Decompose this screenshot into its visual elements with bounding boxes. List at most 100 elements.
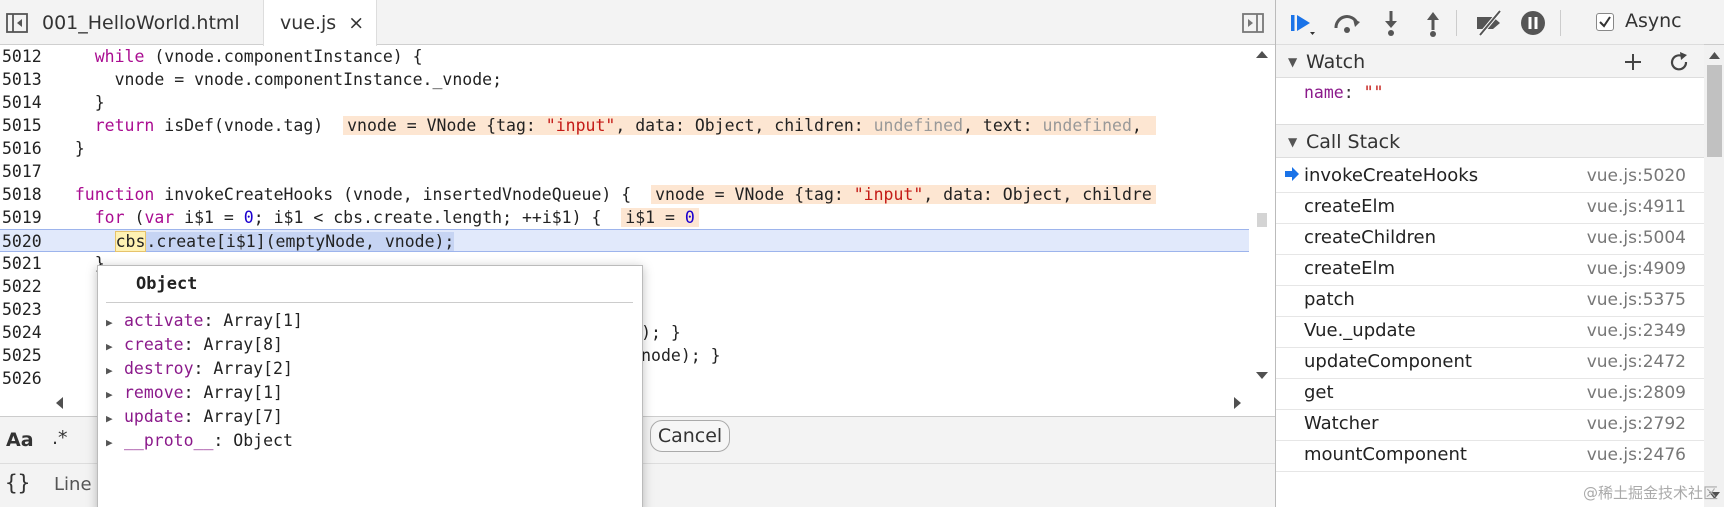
current-execution-line[interactable]: 5020 cbs.create[i$1](emptyNode, vnode); <box>0 229 1249 252</box>
step-into-icon[interactable] <box>1376 8 1406 38</box>
property-value: Array[1] <box>223 311 303 330</box>
frame-location[interactable]: vue.js:2809 <box>1587 383 1686 403</box>
object-property[interactable]: ▶ update: Array[7] <box>106 404 283 430</box>
toolbar-divider <box>1560 10 1561 36</box>
object-property[interactable]: ▶ remove: Array[1] <box>106 380 283 406</box>
callstack-frame[interactable]: invokeCreateHooks vue.js:5020 <box>1276 159 1704 193</box>
line-number[interactable]: 5015 <box>2 114 48 137</box>
frame-location[interactable]: vue.js:5375 <box>1587 290 1686 310</box>
watch-section-header[interactable]: ▼ Watch <box>1276 44 1704 78</box>
callstack-frame[interactable]: createElm vue.js:4909 <box>1276 252 1704 286</box>
tab-label: 001_HelloWorld.html <box>42 12 240 34</box>
property-key: destroy <box>124 359 194 378</box>
property-value: Array[1] <box>203 383 283 402</box>
code-line[interactable]: 5016 } <box>0 137 1249 160</box>
property-value: Array[2] <box>213 359 293 378</box>
callstack-frame[interactable]: mountComponent vue.js:2476 <box>1276 438 1704 472</box>
debugger-toolbar: Async <box>1276 0 1724 45</box>
callstack-frame[interactable]: get vue.js:2809 <box>1276 376 1704 410</box>
scroll-thumb[interactable] <box>1257 213 1267 227</box>
scroll-down-icon[interactable] <box>1255 371 1269 381</box>
watch-value: "" <box>1363 83 1384 102</box>
frame-location[interactable]: vue.js:2472 <box>1587 352 1686 372</box>
callstack-section-header[interactable]: ▼ Call Stack <box>1276 124 1704 158</box>
step-out-icon[interactable] <box>1418 8 1448 38</box>
line-number[interactable]: 5019 <box>2 206 48 229</box>
line-number[interactable]: 5021 <box>2 252 48 275</box>
frame-location[interactable]: vue.js:5020 <box>1587 166 1686 186</box>
watch-expression[interactable]: name: "" <box>1304 83 1384 102</box>
code-line[interactable]: 5013 vnode = vnode.componentInstance._vn… <box>0 68 1249 91</box>
callstack-frame[interactable]: Vue._update vue.js:2349 <box>1276 314 1704 348</box>
line-number[interactable]: 5018 <box>2 183 48 206</box>
line-number[interactable]: 5022 <box>2 275 48 298</box>
scroll-left-icon[interactable] <box>54 396 64 410</box>
expand-arrow-icon[interactable]: ▶ <box>106 430 124 456</box>
cancel-button[interactable]: Cancel <box>650 420 730 452</box>
frame-function: createElm <box>1304 196 1396 217</box>
line-number[interactable]: 5014 <box>2 91 48 114</box>
line-number[interactable]: 5017 <box>2 160 48 183</box>
line-number[interactable]: 5020 <box>2 230 48 253</box>
deactivate-breakpoints-icon[interactable] <box>1474 8 1504 38</box>
line-number[interactable]: 5016 <box>2 137 48 160</box>
code-line[interactable]: 5015 return isDef(vnode.tag) vnode = VNo… <box>0 114 1249 137</box>
watermark: @稀土掘金技术社区 <box>1582 484 1718 502</box>
line-number[interactable]: 5025 <box>2 344 48 367</box>
refresh-icon[interactable] <box>1666 49 1692 75</box>
code-line[interactable]: 5018 function invokeCreateHooks (vnode, … <box>0 183 1249 206</box>
watch-title: Watch <box>1306 51 1366 73</box>
frame-location[interactable]: vue.js:2349 <box>1587 321 1686 341</box>
tab-label: vue.js <box>280 12 337 34</box>
frame-function: get <box>1304 382 1334 403</box>
scroll-up-icon[interactable] <box>1708 51 1721 60</box>
line-number[interactable]: 5024 <box>2 321 48 344</box>
frame-location[interactable]: vue.js:4909 <box>1587 259 1686 279</box>
code-line[interactable]: 5014 } <box>0 91 1249 114</box>
add-watch-icon[interactable] <box>1620 49 1646 75</box>
sidebar-scrollbar[interactable] <box>1704 45 1724 507</box>
object-property[interactable]: ▶ destroy: Array[2] <box>106 356 293 382</box>
line-number[interactable]: 5013 <box>2 68 48 91</box>
scroll-right-icon[interactable] <box>1233 396 1243 410</box>
tab-vue-js[interactable]: vue.js × <box>263 0 378 47</box>
current-frame-arrow-icon <box>1285 167 1299 181</box>
match-case-toggle[interactable]: Aa <box>6 429 34 451</box>
object-property[interactable]: ▶ create: Array[8] <box>106 332 283 358</box>
object-property[interactable]: ▶ __proto__: Object <box>106 428 293 454</box>
callstack-frame[interactable]: createChildren vue.js:5004 <box>1276 221 1704 255</box>
callstack-frame[interactable]: patch vue.js:5375 <box>1276 283 1704 317</box>
scroll-thumb[interactable] <box>1707 65 1722 157</box>
frame-location[interactable]: vue.js:2476 <box>1587 445 1686 465</box>
regex-toggle[interactable]: .* <box>52 427 68 449</box>
code-line[interactable]: 5017 <box>0 160 1249 183</box>
step-over-icon[interactable] <box>1332 8 1362 38</box>
callstack-title: Call Stack <box>1306 131 1401 153</box>
code-line[interactable]: 5019 for (var i$1 = 0; i$1 < cbs.create.… <box>0 206 1249 229</box>
callstack-frame[interactable]: updateComponent vue.js:2472 <box>1276 345 1704 379</box>
async-checkbox[interactable] <box>1596 13 1614 31</box>
line-number[interactable]: 5026 <box>2 367 48 387</box>
popover-title: Object <box>136 274 198 294</box>
callstack-frame[interactable]: createElm vue.js:4911 <box>1276 190 1704 224</box>
tab-helloworld[interactable]: 001_HelloWorld.html <box>26 0 252 45</box>
code-line[interactable]: 5012 while (vnode.componentInstance) { <box>0 45 1249 68</box>
frame-location[interactable]: vue.js:2792 <box>1587 414 1686 434</box>
code-text: while (vnode.componentInstance) { <box>94 47 423 66</box>
pause-on-exceptions-icon[interactable] <box>1518 8 1548 38</box>
pretty-print-button[interactable]: {} <box>5 471 30 495</box>
frame-location[interactable]: vue.js:5004 <box>1587 228 1686 248</box>
resume-icon[interactable] <box>1286 8 1316 38</box>
line-number[interactable]: 5012 <box>2 45 48 68</box>
frame-function: createChildren <box>1304 227 1437 248</box>
frame-location[interactable]: vue.js:4911 <box>1587 197 1686 217</box>
object-preview-popover: Object ▶ activate: Array[1] ▶ create: Array… <box>97 265 643 507</box>
code-vertical-scrollbar[interactable] <box>1249 45 1275 387</box>
line-number[interactable]: 5023 <box>2 298 48 321</box>
object-property[interactable]: ▶ activate: Array[1] <box>106 308 303 334</box>
toggle-debugger-icon[interactable] <box>1240 10 1266 36</box>
property-value: Object <box>233 431 293 450</box>
scroll-up-icon[interactable] <box>1255 49 1269 59</box>
callstack-frame[interactable]: Watcher vue.js:2792 <box>1276 407 1704 441</box>
close-tab-icon[interactable]: × <box>348 0 364 47</box>
